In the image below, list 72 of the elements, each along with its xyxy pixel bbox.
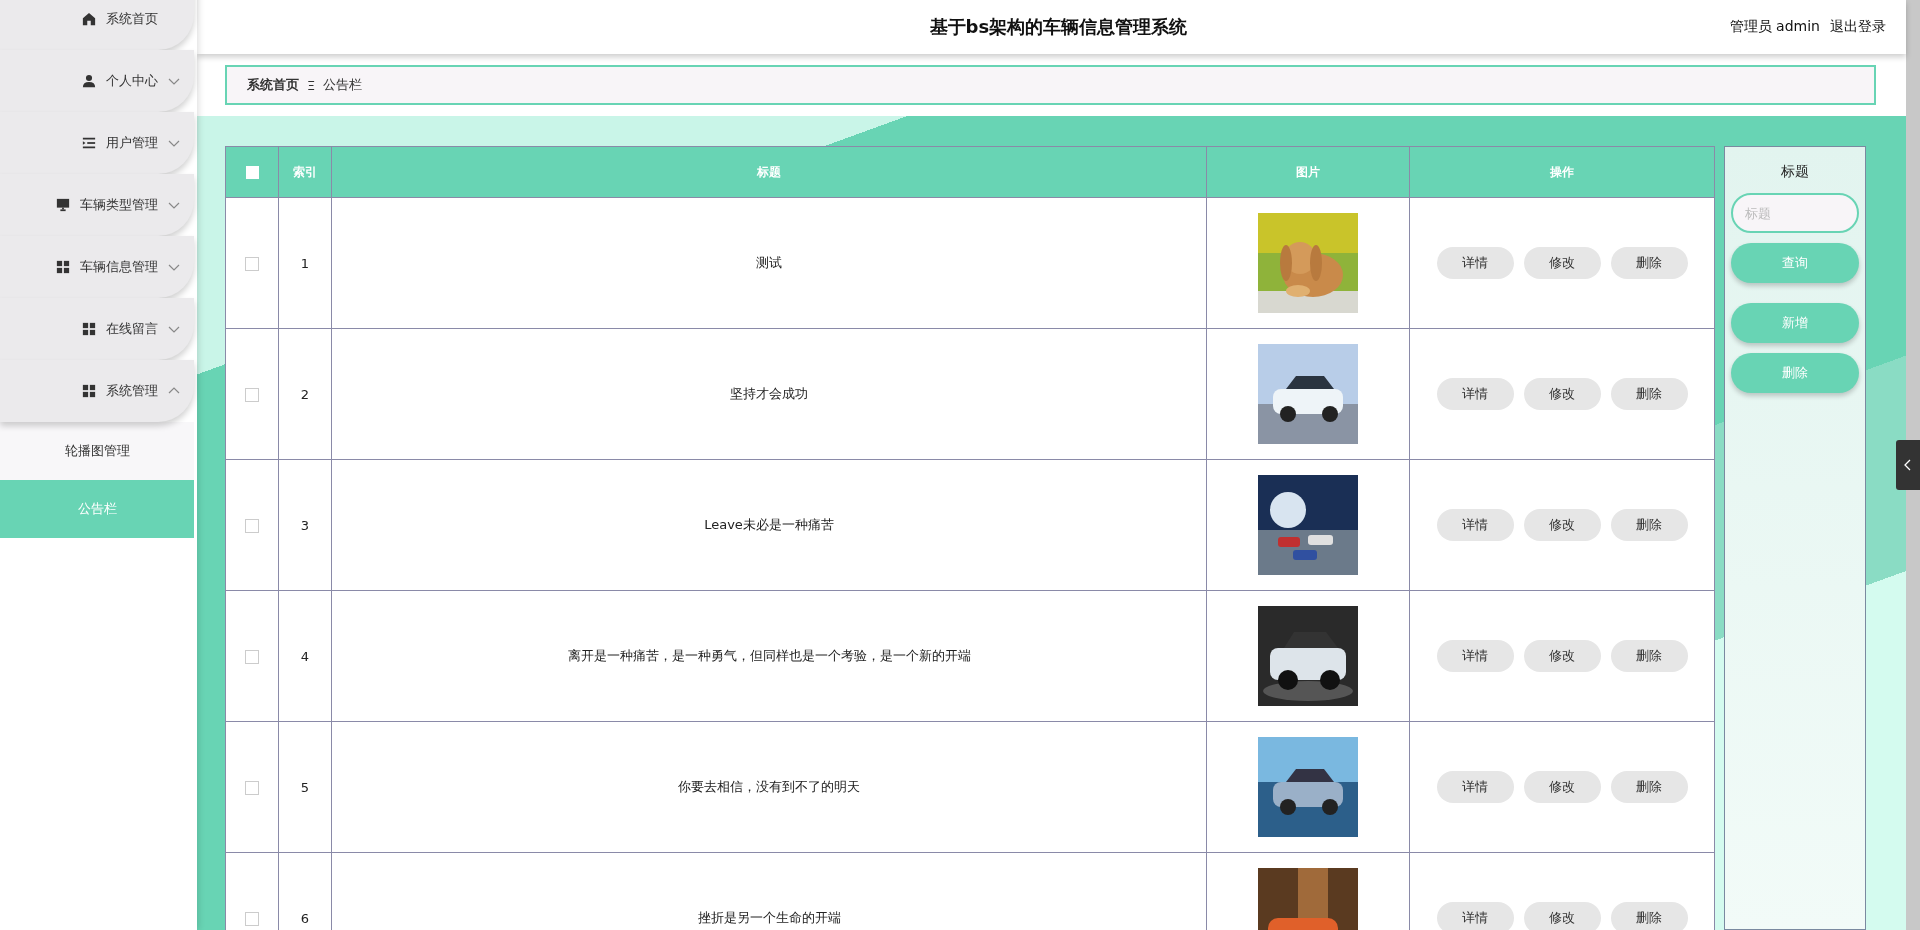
- monitor-icon: [56, 198, 70, 212]
- column-header: 标题: [331, 146, 1207, 198]
- row-action-button[interactable]: 修改: [1523, 902, 1601, 930]
- row-action-button[interactable]: 详情: [1436, 640, 1514, 672]
- row-action-button[interactable]: 修改: [1523, 378, 1601, 410]
- row-action-button[interactable]: 详情: [1436, 771, 1514, 803]
- row-action-button[interactable]: 详情: [1436, 509, 1514, 541]
- table-cell: 离开是一种痛苦，是一种勇气，但同样也是一个考验，是一个新的开端: [331, 590, 1207, 722]
- menu-label: 系统首页: [106, 10, 158, 28]
- grid-icon: [82, 322, 96, 336]
- breadcrumb-link[interactable]: 系统首页: [247, 76, 299, 94]
- menu-label: 车辆类型管理: [80, 196, 158, 214]
- table-cell: 2: [278, 328, 332, 460]
- title-search-field[interactable]: 标题: [1731, 193, 1859, 233]
- select-all-checkbox[interactable]: [245, 166, 259, 179]
- row-checkbox[interactable]: [245, 387, 259, 402]
- row-action-button[interactable]: 删除: [1610, 247, 1688, 279]
- row-action-button[interactable]: 详情: [1436, 378, 1514, 410]
- column-header: 操作: [1409, 146, 1715, 198]
- menu-item[interactable]: 个人中心: [0, 50, 194, 112]
- user-icon: [82, 74, 96, 88]
- menu-item[interactable]: 系统首页: [0, 0, 194, 50]
- row-action-button[interactable]: 删除: [1610, 640, 1688, 672]
- column-header: 索引: [278, 146, 332, 198]
- table-cell: 坚持才会成功: [331, 328, 1207, 460]
- list-icon: [82, 136, 96, 150]
- table-cell: 5: [278, 721, 332, 853]
- menu-label: 用户管理: [106, 134, 158, 152]
- row-action-button[interactable]: 删除: [1610, 378, 1688, 410]
- table-cell: 你要去相信，没有到不了的明天: [331, 721, 1207, 853]
- menu-item[interactable]: 在线留言: [0, 298, 194, 360]
- row-action-button[interactable]: 删除: [1610, 509, 1688, 541]
- row-action-button[interactable]: 删除: [1610, 771, 1688, 803]
- row-checkbox[interactable]: [245, 518, 259, 533]
- table-cell: 4: [278, 590, 332, 722]
- table-cell: 测试: [331, 197, 1207, 329]
- side-drawer-tab[interactable]: [1896, 440, 1920, 490]
- row-action-button[interactable]: 删除: [1610, 902, 1688, 930]
- menu-item[interactable]: 系统管理: [0, 360, 194, 422]
- row-action-button[interactable]: 修改: [1523, 771, 1601, 803]
- menu-label: 车辆信息管理: [80, 258, 158, 276]
- column-header: 图片: [1206, 146, 1410, 198]
- table-cell: 1: [278, 197, 332, 329]
- row-checkbox[interactable]: [245, 649, 259, 664]
- user-name: 管理员 admin: [1729, 18, 1820, 36]
- menu-label: 系统管理: [106, 382, 158, 400]
- logout-link[interactable]: 退出登录: [1830, 18, 1886, 36]
- app-title: 基于bs架构的车辆信息管理系统: [928, 15, 1189, 39]
- row-checkbox[interactable]: [245, 911, 259, 926]
- row-action-button[interactable]: 修改: [1523, 509, 1601, 541]
- row-action-button[interactable]: 修改: [1523, 247, 1601, 279]
- menu-item[interactable]: 用户管理: [0, 112, 194, 174]
- table-cell: Leave未必是一种痛苦: [331, 459, 1207, 591]
- menu-item[interactable]: 车辆类型管理: [0, 174, 194, 236]
- home-icon: [82, 12, 96, 26]
- row-action-button[interactable]: 详情: [1436, 247, 1514, 279]
- row-checkbox[interactable]: [245, 780, 259, 795]
- menu-label: 在线留言: [106, 320, 158, 338]
- scrollbar[interactable]: [1906, 0, 1920, 930]
- row-checkbox[interactable]: [245, 256, 259, 271]
- grid-icon: [56, 260, 70, 274]
- row-action-button[interactable]: 详情: [1436, 902, 1514, 930]
- submenu-item[interactable]: 轮播图管理: [0, 422, 194, 480]
- table-cell: 3: [278, 459, 332, 591]
- breadcrumb-separator: Ξ: [307, 77, 316, 93]
- field-label: 标题: [1781, 163, 1809, 181]
- chevron-left-icon: [1904, 459, 1912, 471]
- row-action-button[interactable]: 修改: [1523, 640, 1601, 672]
- menu-label: 个人中心: [106, 72, 158, 90]
- breadcrumb-current: 公告栏: [323, 76, 363, 94]
- grid-icon: [82, 384, 96, 398]
- menu-item[interactable]: 车辆信息管理: [0, 236, 194, 298]
